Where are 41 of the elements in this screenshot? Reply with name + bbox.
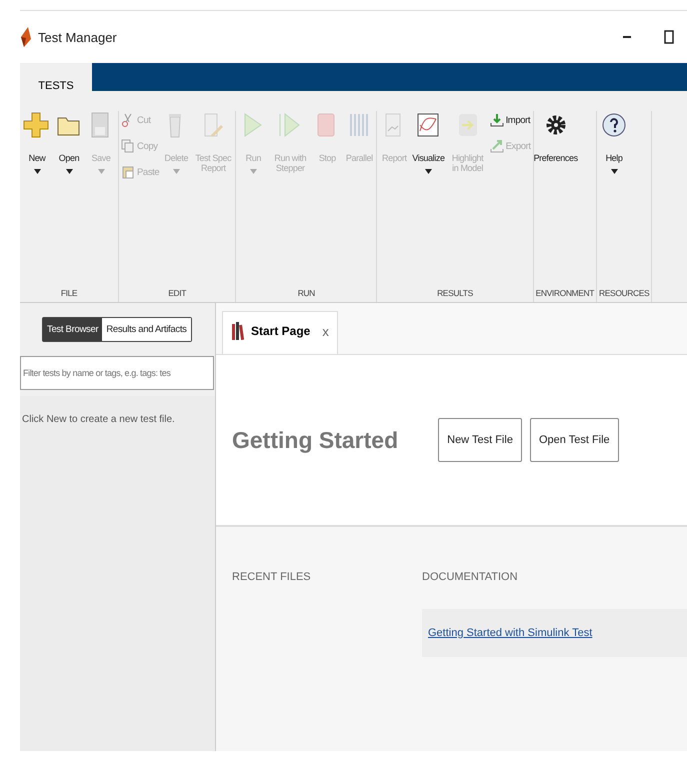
ribbon-button[interactable]: Import [490,113,531,127]
group-label: ENVIRONMENT [536,288,594,300]
app-logo-icon [20,27,32,47]
group-label: RESULTS [436,288,474,300]
ribbon-button[interactable]: New [22,111,52,288]
section-heading: DOCUMENTATION [422,571,518,583]
caret-icon [172,169,180,174]
group-label: EDIT [167,288,188,300]
books-icon [231,322,245,340]
caret-icon [66,169,72,174]
help-icon [600,111,628,139]
window-title: Test Manager [38,30,117,44]
maximize-icon[interactable] [664,30,674,44]
filter-field[interactable]: Filter tests by name or tags, e.g. tags: tes [20,356,214,390]
close-icon[interactable]: x [316,324,329,338]
panel-tab[interactable]: Test Browser [43,318,102,341]
plus-icon [23,111,51,139]
group-label: FILE [60,288,78,300]
panel-tab[interactable]: Results and Artifacts [102,318,191,341]
ribbon-button[interactable]: Open [54,111,84,288]
export-arrow-icon [490,139,504,153]
copy-icon [121,139,135,153]
caret-icon [610,169,618,174]
file-button[interactable]: Open Test File [530,418,619,462]
ribbon-button[interactable]: Help [599,111,630,288]
caret-icon [34,169,40,174]
documentation-link[interactable]: Getting Started with Simulink Test [428,627,592,639]
document-tab[interactable]: Start Page x [222,311,338,354]
file-button[interactable]: New Test File [438,418,522,462]
page-heading: Getting Started [232,426,398,454]
caret-icon [250,169,257,174]
clipboard-icon [121,165,135,179]
group-label: RESOURCES [599,288,650,300]
caret-icon [424,169,432,174]
import-arrow-icon [490,113,504,127]
section-heading: RECENT FILES [232,571,311,583]
ribbon-button[interactable]: Visualize [411,111,446,288]
ribbon-button[interactable]: Preferences [536,111,576,288]
group-label: RUN [296,288,316,300]
empty-message: Click New to create a new test file. [22,414,175,425]
caret-icon [98,169,104,174]
